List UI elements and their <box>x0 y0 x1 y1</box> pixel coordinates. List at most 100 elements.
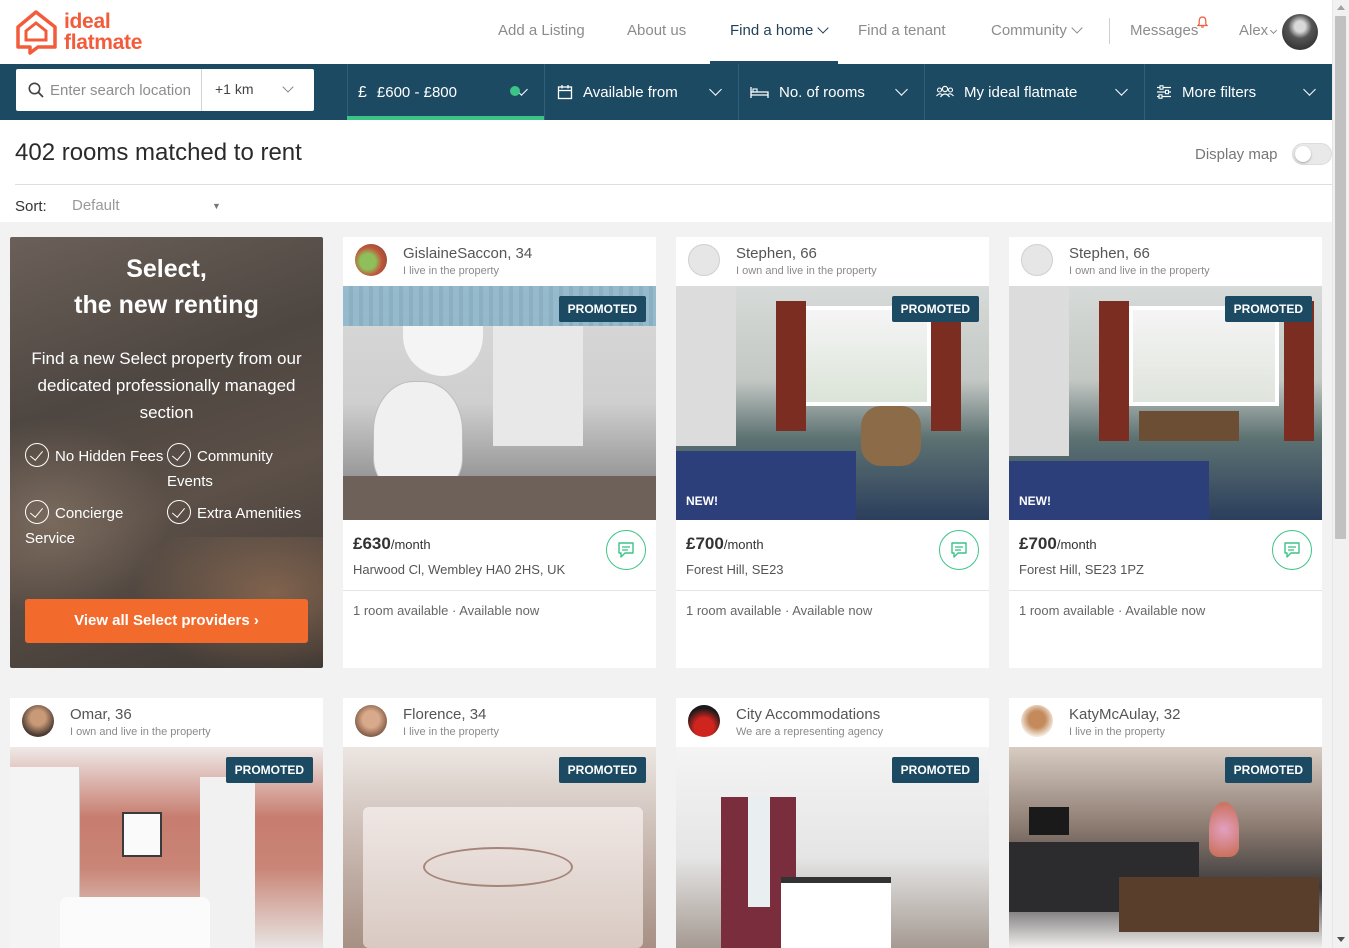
promoted-badge: PROMOTED <box>1224 296 1312 322</box>
host-role: I live in the property <box>403 726 499 738</box>
search-location-input[interactable] <box>50 77 210 103</box>
nav-community-label: Community <box>991 22 1067 39</box>
host-name: GislaineSaccon, 34 <box>403 245 533 262</box>
host-role: I live in the property <box>403 265 499 277</box>
default-avatar-icon <box>688 244 720 276</box>
caret-down-icon: ▼ <box>212 201 221 211</box>
bed <box>1009 461 1209 520</box>
view-select-providers-button[interactable]: View all Select providers › <box>25 599 308 643</box>
room-photo[interactable]: PROMOTED NEW! <box>1009 286 1322 520</box>
message-host-button[interactable] <box>1272 530 1312 570</box>
nav-find-tenant[interactable]: Find a tenant <box>858 22 946 39</box>
promo-subtitle: Find a new Select property from our dedi… <box>31 349 302 422</box>
listing-card[interactable]: KatyMcAulay, 32 I live in the property P… <box>1009 698 1322 948</box>
listing-availability: 1 room available · Available now <box>1019 603 1206 618</box>
host-name: City Accommodations <box>736 706 881 723</box>
logo-wordmark: ideal flatmate <box>64 11 142 53</box>
sort-select[interactable]: Default <box>72 197 120 214</box>
nav-add-listing[interactable]: Add a Listing <box>498 22 585 39</box>
bed <box>781 877 891 948</box>
host-name: Stephen, 66 <box>736 245 817 262</box>
bedspread-pattern <box>423 847 573 887</box>
listing-card[interactable]: Stephen, 66 I own and live in the proper… <box>676 237 989 668</box>
display-map-toggle[interactable] <box>1292 143 1332 165</box>
nav-community[interactable]: Community <box>991 22 1083 39</box>
room-photo[interactable]: PROMOTED <box>1009 747 1322 948</box>
flowers <box>1209 802 1239 857</box>
radius-select[interactable]: +1 km <box>215 81 254 97</box>
listing-card[interactable]: City Accommodations We are a representin… <box>676 698 989 948</box>
card-divider <box>1009 590 1322 591</box>
available-from-filter[interactable]: Available from <box>544 64 738 120</box>
user-avatar[interactable] <box>1282 14 1318 50</box>
new-badge: NEW! <box>1019 494 1051 508</box>
price-amount: £630 <box>353 534 391 553</box>
dining-table <box>1119 877 1319 932</box>
scrollbar-thumb[interactable] <box>1335 16 1346 539</box>
chevron-down-icon <box>1303 83 1316 96</box>
room-photo[interactable]: PROMOTED <box>676 747 989 948</box>
room-photo[interactable]: PROMOTED NEW! <box>676 286 989 520</box>
ideal-flatmate-filter[interactable]: My ideal flatmate <box>924 64 1144 120</box>
bed <box>60 897 210 948</box>
listing-price: £700/month <box>686 534 764 554</box>
message-host-button[interactable] <box>606 530 646 570</box>
page-scrollbar[interactable] <box>1332 0 1349 948</box>
new-badge: NEW! <box>686 494 718 508</box>
listing-address: Forest Hill, SE23 <box>686 562 784 577</box>
picture-frame <box>122 812 162 857</box>
chevron-down-icon <box>895 83 908 96</box>
promo-title-line2: the new renting <box>74 291 259 319</box>
promo-title-line1: Select, <box>126 255 207 283</box>
listing-address: Harwood Cl, Wembley HA0 2HS, UK <box>353 562 566 577</box>
message-host-button[interactable] <box>939 530 979 570</box>
default-avatar-icon <box>1021 244 1053 276</box>
promo-feature: Community Events <box>167 443 317 494</box>
bath-floor <box>343 476 656 520</box>
host-avatar <box>688 705 720 737</box>
listing-card[interactable]: GislaineSaccon, 34 I live in the propert… <box>343 237 656 668</box>
ideal-flatmate-label: My ideal flatmate <box>964 83 1078 101</box>
sliders-icon <box>1157 85 1171 99</box>
curtain-left <box>776 301 806 431</box>
active-filter-underline <box>347 116 544 120</box>
host-name: KatyMcAulay, 32 <box>1069 706 1181 723</box>
display-map-label: Display map <box>1195 146 1278 163</box>
room-photo[interactable]: PROMOTED <box>343 747 656 948</box>
host-name: Florence, 34 <box>403 706 487 723</box>
user-menu[interactable]: Alex <box>1239 22 1278 39</box>
nav-messages[interactable]: Messages <box>1130 22 1198 39</box>
price-period: /month <box>1056 537 1097 552</box>
results-divider <box>15 184 1332 185</box>
promo-feature: Extra Amenities <box>167 500 317 526</box>
room-photo[interactable]: PROMOTED <box>10 747 323 948</box>
nav-about-us[interactable]: About us <box>627 22 686 39</box>
scroll-up-arrow-icon[interactable] <box>1337 5 1345 10</box>
chevron-down-icon <box>709 83 722 96</box>
search-divider <box>201 69 202 111</box>
ideal-flatmate-logo[interactable]: ideal flatmate <box>14 8 174 56</box>
price-period: /month <box>723 537 764 552</box>
listing-card[interactable]: Stephen, 66 I own and live in the proper… <box>1009 237 1322 668</box>
listing-card[interactable]: Omar, 36 I own and live in the property … <box>10 698 323 948</box>
more-filters[interactable]: More filters <box>1144 64 1332 120</box>
promo-feature-label: Extra Amenities <box>197 505 302 522</box>
chat-icon <box>1284 542 1300 558</box>
logo-line2: flatmate <box>64 31 143 54</box>
chat-icon <box>951 542 967 558</box>
host-role: I live in the property <box>1069 726 1165 738</box>
people-icon <box>936 85 954 98</box>
results-count-title: 402 rooms matched to rent <box>15 139 302 166</box>
chevron-down-icon <box>1115 83 1128 96</box>
card-divider <box>676 590 989 591</box>
scroll-down-arrow-icon[interactable] <box>1337 937 1345 942</box>
notification-bell-icon <box>1197 16 1208 28</box>
listing-card[interactable]: Florence, 34 I live in the property PROM… <box>343 698 656 948</box>
rooms-filter-label: No. of rooms <box>779 83 865 101</box>
room-photo[interactable]: PROMOTED <box>343 286 656 520</box>
host-avatar <box>355 705 387 737</box>
rooms-filter[interactable]: No. of rooms <box>738 64 924 120</box>
check-circle-icon <box>25 443 49 468</box>
nav-find-home[interactable]: Find a home <box>730 22 830 39</box>
chevron-down-icon <box>817 22 830 34</box>
